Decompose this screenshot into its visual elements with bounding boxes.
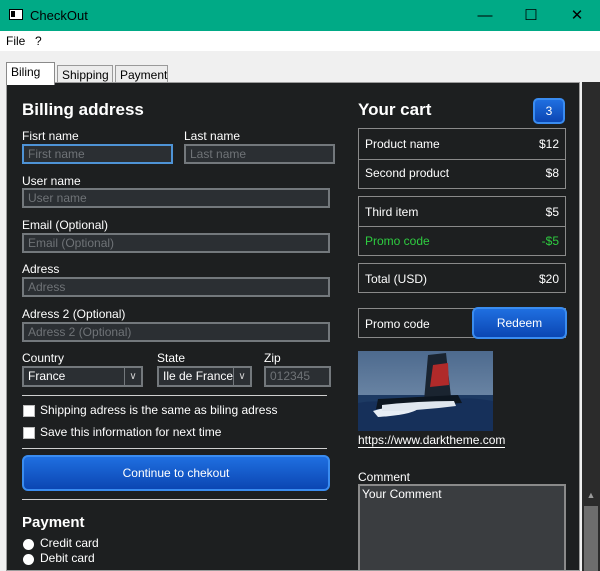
continue-checkout-button[interactable]: Continue to chekout xyxy=(22,455,330,491)
first-name-label: Fisrt name xyxy=(22,129,79,143)
cart-count-badge: 3 xyxy=(533,98,565,124)
state-select[interactable]: Ile de France ∨ xyxy=(157,366,252,387)
divider xyxy=(22,448,327,449)
scroll-thumb[interactable] xyxy=(584,506,598,571)
same-address-label: Shipping adress is the same as biling ad… xyxy=(40,403,278,417)
cart-item: Third item $5 xyxy=(365,205,559,219)
divider xyxy=(22,395,327,396)
app-icon xyxy=(9,9,23,20)
cart-total: Total (USD) $20 xyxy=(365,272,559,286)
cart-total-value: $20 xyxy=(538,272,559,286)
cart-item-name: Second product xyxy=(365,166,450,180)
minimize-button[interactable]: — xyxy=(462,0,508,31)
image-link[interactable]: https://www.darktheme.com xyxy=(358,434,506,448)
username-input[interactable]: User name xyxy=(22,188,330,208)
promo-line-price: -$5 xyxy=(541,234,559,248)
title-bar: CheckOut — ☐ ✕ xyxy=(0,0,600,31)
country-value: France xyxy=(28,369,66,383)
save-info-checkbox[interactable] xyxy=(23,427,35,439)
payment-heading: Payment xyxy=(22,514,85,531)
cart-item-name: Product name xyxy=(365,137,440,151)
chevron-down-icon[interactable]: ∨ xyxy=(124,368,141,385)
scroll-up-icon[interactable]: ▲ xyxy=(584,490,598,502)
promo-code-input[interactable]: Promo code xyxy=(365,317,430,331)
country-label: Country xyxy=(22,351,65,365)
address-input[interactable]: Adress xyxy=(22,277,330,297)
debit-card-radio[interactable] xyxy=(23,554,34,565)
save-info-label: Save this information for next time xyxy=(40,425,222,439)
divider xyxy=(22,499,327,500)
cart-item: Second product $8 xyxy=(365,166,559,180)
cart-heading: Your cart xyxy=(358,100,432,119)
promo-line-name: Promo code xyxy=(365,234,430,248)
last-name-input[interactable]: Last name xyxy=(184,144,335,164)
chevron-down-icon[interactable]: ∨ xyxy=(233,368,250,385)
country-select[interactable]: France ∨ xyxy=(22,366,143,387)
billing-panel: Billing address Fisrt name First name La… xyxy=(6,82,580,571)
comment-label: Comment xyxy=(358,470,411,484)
same-address-checkbox[interactable] xyxy=(23,405,35,417)
zip-label: Zip xyxy=(264,351,281,365)
window-title: CheckOut xyxy=(30,8,88,23)
state-value: Ile de France xyxy=(163,369,234,383)
catamaran-image xyxy=(358,351,493,431)
email-input[interactable]: Email (Optional) xyxy=(22,233,330,253)
cart-item-price: $12 xyxy=(538,137,559,151)
divider xyxy=(359,159,565,160)
menu-help[interactable]: ? xyxy=(35,34,42,48)
cart-total-label: Total (USD) xyxy=(365,272,428,286)
debit-card-label: Debit card xyxy=(40,551,95,565)
cart-item-price: $8 xyxy=(545,166,559,180)
cart-item-name: Third item xyxy=(365,205,419,219)
billing-heading: Billing address xyxy=(22,100,144,119)
menu-file[interactable]: File xyxy=(6,34,25,48)
state-label: State xyxy=(157,351,186,365)
comment-textarea[interactable]: Your Comment xyxy=(358,484,566,570)
redeem-button[interactable]: Redeem xyxy=(472,307,567,339)
cart-items-group: Product name $12 Second product $8 xyxy=(358,128,566,189)
cart-item: Product name $12 xyxy=(365,137,559,151)
menu-bar: File ? xyxy=(0,31,600,51)
cart-extras-group: Third item $5 Promo code -$5 xyxy=(358,196,566,256)
address2-label: Adress 2 (Optional) xyxy=(22,307,126,321)
username-label: User name xyxy=(22,174,81,188)
vertical-scrollbar[interactable]: ▲ xyxy=(582,82,600,571)
close-button[interactable]: ✕ xyxy=(554,0,600,31)
address2-input[interactable]: Adress 2 (Optional) xyxy=(22,322,330,342)
zip-input[interactable]: 012345 xyxy=(264,366,331,387)
email-label: Email (Optional) xyxy=(22,218,109,232)
address-label: Adress xyxy=(22,262,60,276)
divider xyxy=(359,226,565,227)
promo-line: Promo code -$5 xyxy=(365,234,559,248)
credit-card-radio[interactable] xyxy=(23,539,34,550)
client-area: Biling Shipping Payment Billing address … xyxy=(0,51,600,571)
cart-total-box: Total (USD) $20 xyxy=(358,263,566,293)
last-name-label: Last name xyxy=(184,129,241,143)
first-name-input[interactable]: First name xyxy=(22,144,173,164)
tab-billing[interactable]: Biling xyxy=(6,62,55,85)
cart-item-price: $5 xyxy=(545,205,559,219)
maximize-button[interactable]: ☐ xyxy=(508,0,554,31)
credit-card-label: Credit card xyxy=(40,536,99,550)
